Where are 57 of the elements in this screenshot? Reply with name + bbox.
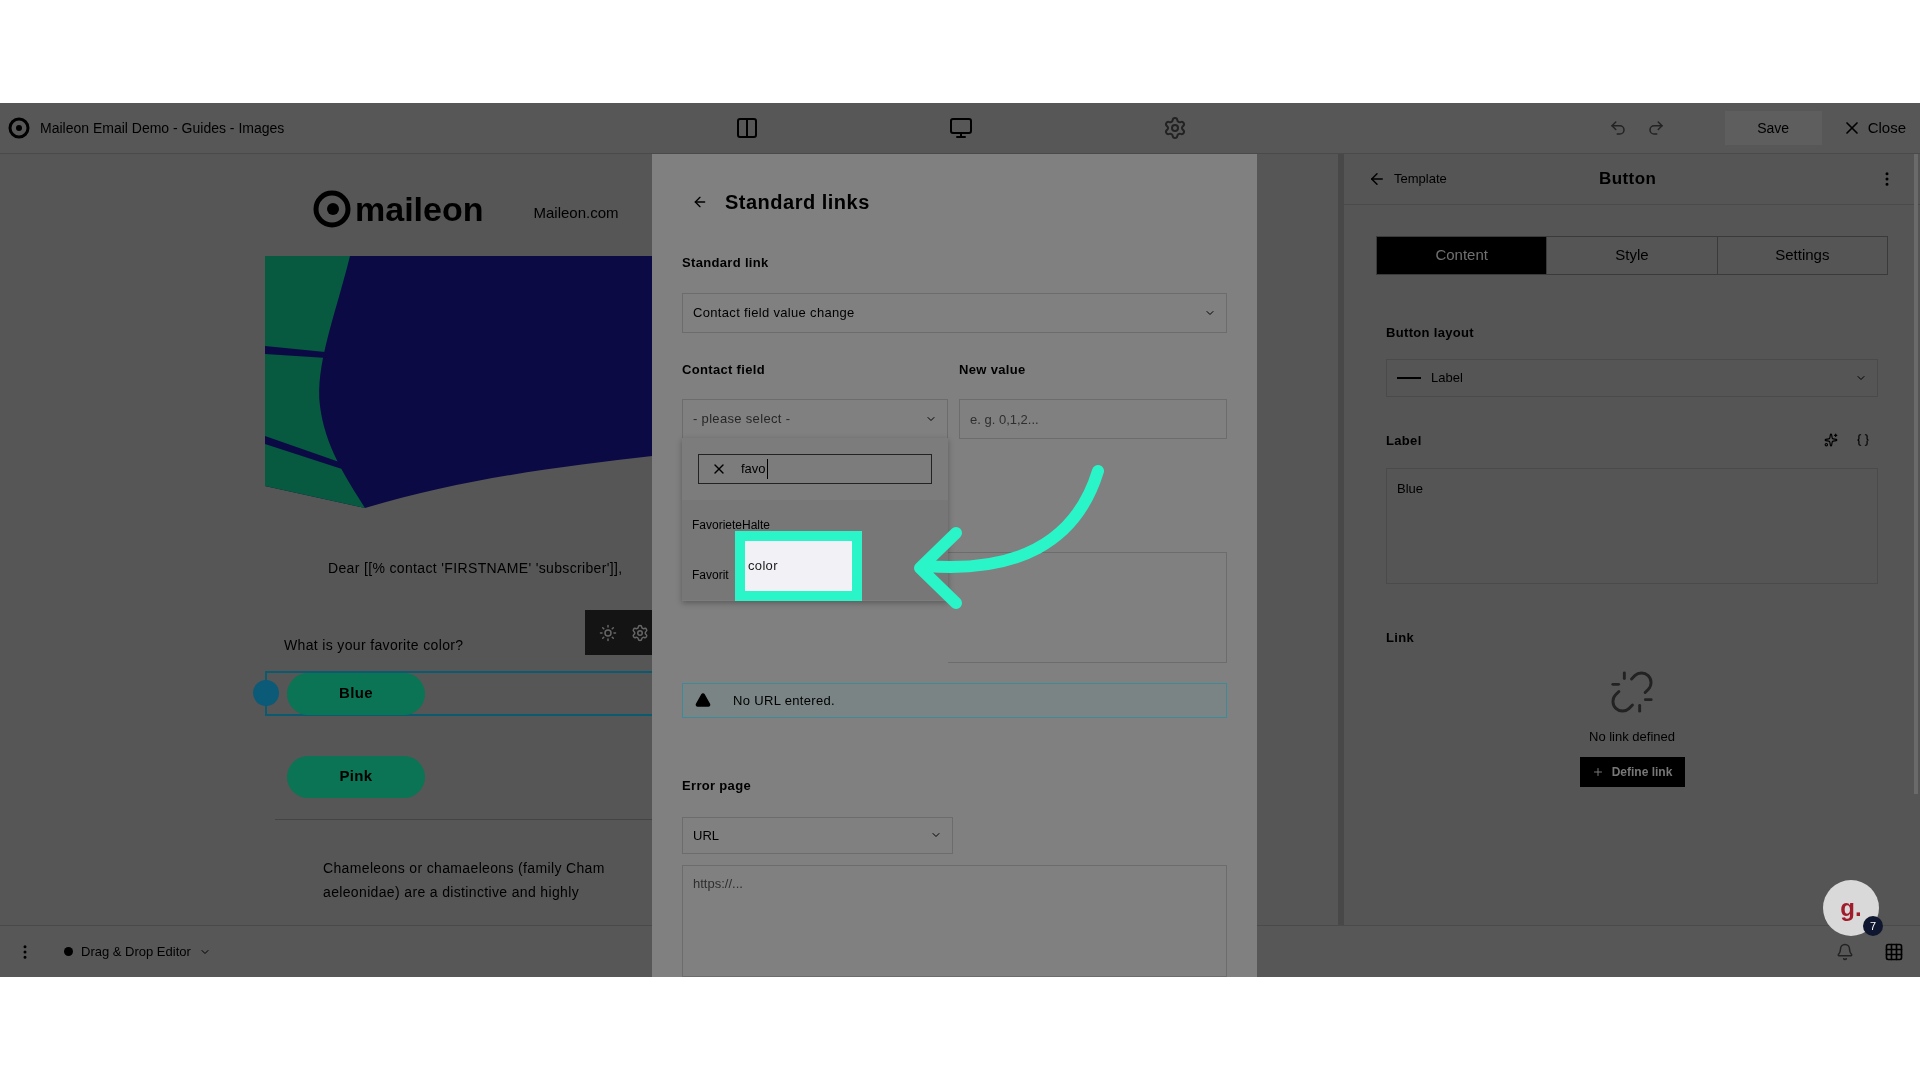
editor-select[interactable]: Drag & Drop Editor bbox=[64, 941, 211, 962]
panel-title: Button bbox=[1599, 168, 1657, 191]
choice-button[interactable]: Pink bbox=[287, 755, 425, 798]
error-page-select[interactable]: URL bbox=[682, 816, 953, 854]
field-label: Link bbox=[1386, 630, 1415, 645]
field-label: Error page bbox=[682, 777, 751, 793]
paragraph-line: aeleonidae) are a distinctive and highly bbox=[323, 883, 580, 902]
line-icon bbox=[1397, 376, 1421, 379]
url-field[interactable]: https://... bbox=[682, 865, 1227, 977]
field-label: Contact field bbox=[682, 360, 765, 379]
define-link-button[interactable]: Define link bbox=[1579, 756, 1685, 787]
message-field[interactable] bbox=[948, 552, 1227, 663]
field-label: New value bbox=[959, 360, 1026, 379]
standard-link-select[interactable]: Contact field value change bbox=[682, 292, 1227, 333]
grid-icon[interactable] bbox=[1884, 941, 1904, 962]
drag-handle[interactable] bbox=[253, 680, 279, 706]
layout-icon[interactable] bbox=[735, 116, 759, 140]
plus-icon bbox=[1591, 765, 1604, 778]
no-link-text: No link defined bbox=[1589, 728, 1675, 746]
layout-select[interactable]: Label bbox=[1386, 358, 1878, 397]
paragraph-line: Chameleons or chamaeleons (family Cham bbox=[323, 859, 605, 878]
back-icon[interactable] bbox=[692, 194, 708, 210]
new-value-field[interactable]: e. g. 0,1,2... bbox=[959, 399, 1227, 439]
warning-notice: No URL entered. bbox=[682, 682, 1227, 718]
window-title: Maileon Email Demo - Guides - Images bbox=[40, 118, 285, 138]
logo: maileon bbox=[355, 192, 484, 226]
redo-icon[interactable] bbox=[1646, 119, 1665, 137]
dialog-title: Standard links bbox=[725, 190, 870, 215]
search-field[interactable]: favo bbox=[698, 454, 932, 484]
close-button[interactable]: Close bbox=[1841, 116, 1912, 140]
label-textarea[interactable]: Blue bbox=[1386, 468, 1878, 584]
braces-icon[interactable] bbox=[1856, 433, 1870, 448]
dropdown-option[interactable]: Favorit bbox=[692, 566, 729, 584]
tab[interactable]: Style bbox=[1546, 237, 1717, 274]
settings-icon[interactable] bbox=[1163, 116, 1187, 140]
bell-icon[interactable] bbox=[1836, 942, 1854, 961]
back-icon[interactable] bbox=[1368, 170, 1386, 188]
back-link[interactable]: Template bbox=[1394, 169, 1447, 189]
field-label: Standard link bbox=[682, 254, 769, 272]
choice-button[interactable]: Blue bbox=[287, 672, 425, 715]
unlink-icon bbox=[1609, 669, 1655, 715]
monitor-icon[interactable] bbox=[949, 116, 973, 140]
undo-icon[interactable] bbox=[1608, 119, 1627, 137]
settings-icon[interactable] bbox=[631, 623, 649, 642]
question-text: What is your favorite color? bbox=[284, 637, 464, 653]
tab[interactable]: Settings bbox=[1716, 237, 1887, 274]
greeting-text: Dear [[% contact 'FIRSTNAME' 'subscriber']], bbox=[328, 559, 623, 578]
dropdown-option[interactable]: FavorieteHalte bbox=[692, 516, 771, 534]
tab[interactable]: Content bbox=[1377, 237, 1547, 274]
save-button[interactable]: Save bbox=[1724, 111, 1822, 145]
site-link[interactable]: Maileon.com bbox=[533, 201, 619, 225]
logo-icon bbox=[8, 117, 30, 139]
field-label: Button layout bbox=[1386, 324, 1474, 342]
warning-icon bbox=[695, 692, 711, 709]
field-label: Label bbox=[1386, 431, 1422, 450]
logo-icon bbox=[313, 190, 351, 228]
highlight-tooltip: color bbox=[735, 531, 862, 601]
